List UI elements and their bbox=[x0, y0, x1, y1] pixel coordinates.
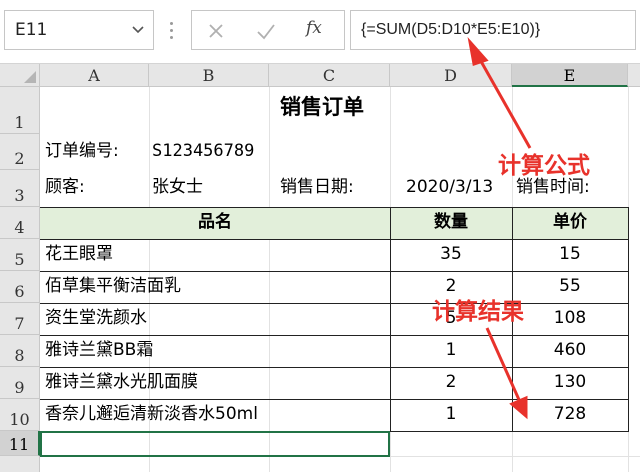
sale-date-label[interactable]: 销售日期: bbox=[280, 179, 354, 196]
row-header-11[interactable]: 11 bbox=[0, 431, 40, 456]
sale-time-label[interactable]: 销售时间: bbox=[516, 179, 590, 196]
item-qty[interactable]: 2 bbox=[390, 374, 512, 391]
row-header-1[interactable]: 1 bbox=[0, 87, 40, 134]
table-border bbox=[40, 399, 629, 400]
table-border bbox=[40, 367, 629, 368]
column-header-a[interactable]: A bbox=[40, 64, 149, 87]
item-price[interactable]: 108 bbox=[512, 310, 628, 327]
item-price[interactable]: 55 bbox=[512, 278, 628, 295]
order-no-label[interactable]: 订单编号: bbox=[45, 143, 119, 160]
sheet-title[interactable]: 销售订单 bbox=[280, 97, 364, 118]
table-border bbox=[40, 207, 629, 208]
row-header-10[interactable]: 10 bbox=[0, 399, 40, 431]
sale-date-value[interactable]: 2020/3/13 bbox=[406, 179, 493, 196]
column-header-f[interactable] bbox=[628, 64, 640, 87]
table-border bbox=[40, 239, 629, 240]
enter-icon[interactable] bbox=[254, 19, 278, 43]
item-name[interactable]: 雅诗兰黛BB霜 bbox=[45, 342, 153, 359]
formula-bar: E11 fx {=SUM(D5:D10*E5:E10)} bbox=[0, 0, 640, 64]
formula-bar-grip[interactable] bbox=[168, 18, 174, 44]
table-border bbox=[628, 207, 629, 431]
insert-function-icon[interactable]: fx bbox=[306, 18, 330, 42]
customer-value[interactable]: 张女士 bbox=[152, 179, 203, 196]
item-name[interactable]: 花王眼罩 bbox=[45, 246, 113, 263]
worksheet-grid[interactable]: A B C D E 1 2 3 4 5 6 7 8 9 10 11 销售订单 订… bbox=[0, 64, 640, 472]
select-all-corner[interactable] bbox=[0, 64, 40, 87]
item-name[interactable]: 佰草集平衡洁面乳 bbox=[45, 278, 181, 295]
formula-input[interactable]: {=SUM(D5:D10*E5:E10)} bbox=[350, 10, 636, 50]
row-header-5[interactable]: 5 bbox=[0, 239, 40, 271]
name-box-value[interactable]: E11 bbox=[15, 20, 47, 40]
item-price[interactable]: 15 bbox=[512, 246, 628, 263]
gridline bbox=[269, 87, 270, 472]
row-header-12[interactable] bbox=[0, 456, 40, 472]
column-header-c[interactable]: C bbox=[269, 64, 390, 87]
item-price[interactable]: 130 bbox=[512, 374, 628, 391]
formula-buttons: fx bbox=[191, 10, 345, 50]
row-header-3[interactable]: 3 bbox=[0, 170, 40, 207]
formula-annotation: 计算公式 bbox=[498, 153, 590, 179]
row-header-6[interactable]: 6 bbox=[0, 271, 40, 303]
column-header-e[interactable]: E bbox=[512, 64, 628, 87]
item-name[interactable]: 资生堂洗颜水 bbox=[45, 310, 147, 327]
header-price[interactable]: 单价 bbox=[512, 214, 628, 231]
row-header-9[interactable]: 9 bbox=[0, 367, 40, 399]
item-name[interactable]: 香奈儿邂逅清新淡香水50ml bbox=[45, 406, 258, 423]
item-price[interactable]: 460 bbox=[512, 342, 628, 359]
name-box[interactable]: E11 bbox=[4, 10, 154, 50]
column-header-b[interactable]: B bbox=[149, 64, 269, 87]
row-header-4[interactable]: 4 bbox=[0, 207, 40, 239]
order-no-value[interactable]: S123456789 bbox=[152, 143, 254, 160]
dropdown-icon[interactable] bbox=[131, 22, 145, 36]
item-price[interactable]: 728 bbox=[512, 406, 628, 423]
active-cell-selection[interactable] bbox=[40, 431, 390, 457]
cancel-icon[interactable] bbox=[204, 19, 228, 43]
header-qty[interactable]: 数量 bbox=[390, 214, 512, 231]
item-name[interactable]: 雅诗兰黛水光肌面膜 bbox=[45, 374, 198, 391]
item-qty[interactable]: 1 bbox=[390, 342, 512, 359]
item-qty[interactable]: 35 bbox=[390, 246, 512, 263]
row-header-7[interactable]: 7 bbox=[0, 303, 40, 335]
table-border bbox=[40, 335, 629, 336]
row-header-8[interactable]: 8 bbox=[0, 335, 40, 367]
table-border bbox=[40, 303, 629, 304]
table-border bbox=[40, 271, 629, 272]
header-name[interactable]: 品名 bbox=[40, 214, 390, 231]
column-header-d[interactable]: D bbox=[390, 64, 512, 87]
result-annotation: 计算结果 bbox=[432, 299, 524, 325]
row-header-2[interactable]: 2 bbox=[0, 134, 40, 170]
customer-label[interactable]: 顾客: bbox=[45, 179, 85, 196]
formula-text[interactable]: {=SUM(D5:D10*E5:E10)} bbox=[361, 21, 540, 39]
item-qty[interactable]: 1 bbox=[390, 406, 512, 423]
